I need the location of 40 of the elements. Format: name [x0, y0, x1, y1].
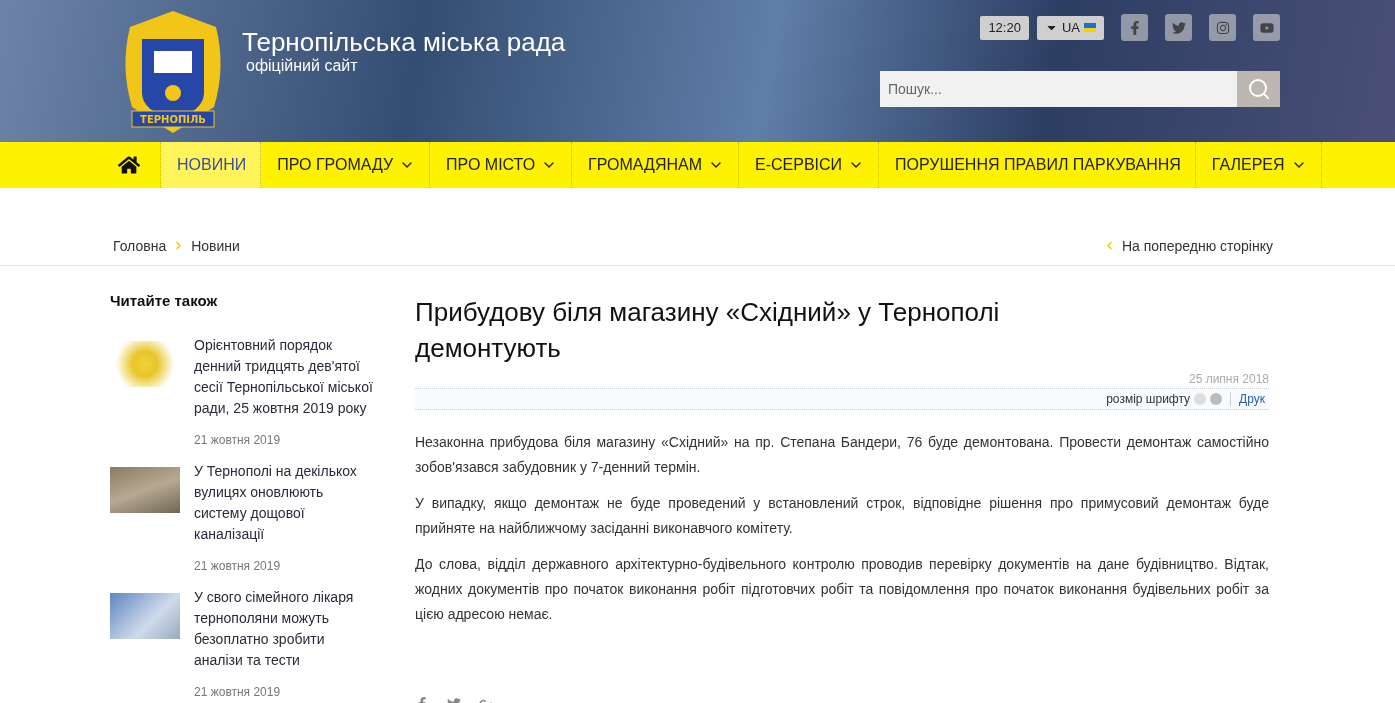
nav-link[interactable]: ПРО МІСТО: [430, 142, 573, 188]
font-size-label: розмір шрифту: [1106, 392, 1191, 406]
language-selector[interactable]: UA: [1036, 15, 1104, 40]
nav-link[interactable]: НОВИНИ: [161, 142, 262, 188]
news-date: 21 жовтня 2019: [194, 433, 282, 447]
photo-placeholder: [110, 593, 180, 639]
chevron-right-icon: [174, 241, 184, 250]
article-paragraph: До слова, відділ державного архітектурно-будівельного контролю проводив перевірку документів на дане будівництво. Відтак, жодних документів про початок виконання робіт підготовчих робіт та повідомлення про початок виконання будівельних робіт за цією адресою немає.: [415, 555, 1269, 624]
breadcrumb-link[interactable]: Новини: [191, 237, 240, 254]
article-paragraph: У випадку, якщо демонтаж не буде проведений у встановлений строк, відповідне рішення про примусовий демонтаж буде прийняте на найближчому засіданні виконавчого комітету.: [415, 494, 1269, 538]
increase-font-icon[interactable]: [1210, 393, 1223, 405]
search-icon: [1246, 77, 1271, 101]
news-link[interactable]: У Тернополі на декількох вулицях оновлюють систему дощової каналізації: [194, 461, 377, 545]
breadcrumb-link[interactable]: Головна: [113, 237, 167, 254]
sidebar-title: Читайте також: [110, 292, 219, 309]
back-link[interactable]: На попередню сторінку: [1121, 237, 1273, 254]
photo-placeholder: [110, 467, 180, 513]
nav-link[interactable]: ГРОМАДЯНАМ: [572, 142, 739, 188]
twitter-icon[interactable]: [1165, 14, 1192, 41]
nav-link[interactable]: Е-СЕРВІСИ: [739, 142, 880, 188]
search-button[interactable]: [1237, 71, 1280, 107]
nav-link[interactable]: ГАЛЕРЕЯ: [1195, 142, 1322, 188]
article-paragraph: Незаконна прибудова біля магазину «Східний» на пр. Степана Бандери, 76 буде демонтована. Провести демонтаж самостійно зобов'язався забудовник у 7-денний термін.: [415, 433, 1269, 477]
nav-link[interactable]: ПРО ГРОМАДУ: [261, 142, 431, 188]
news-link[interactable]: У свого сімейного лікаря тернополяни можуть безоплатно зробити аналізи та тести: [194, 587, 377, 671]
search-field[interactable]: Пошук...: [880, 71, 1237, 107]
clock: 12:20: [980, 15, 1029, 40]
site-title: Тернопільська міська рада: [242, 27, 566, 57]
facebook-icon[interactable]: [1121, 14, 1148, 41]
nav-link[interactable]: ПОРУШЕННЯ ПРАВИЛ ПАРКУВАННЯ: [879, 142, 1196, 188]
print-link[interactable]: Друк: [1230, 392, 1265, 406]
news-date: 21 жовтня 2019: [194, 685, 282, 699]
instagram-icon[interactable]: [1209, 14, 1236, 41]
article-title: Прибудову біля магазину «Східний» у Тернополі демонтують: [415, 296, 1001, 365]
flag-icon: [1084, 23, 1096, 32]
site-subtitle: офіційний сайт: [246, 57, 359, 75]
chevron-left-icon: [1104, 241, 1114, 250]
news-link[interactable]: Орієнтовний порядок денний тридцять дев'ятої сесії Тернопільської міської ради, 25 жовтня 2019 року: [194, 335, 377, 419]
news-date: 21 жовтня 2019: [194, 559, 282, 573]
youtube-icon[interactable]: [1253, 14, 1280, 41]
